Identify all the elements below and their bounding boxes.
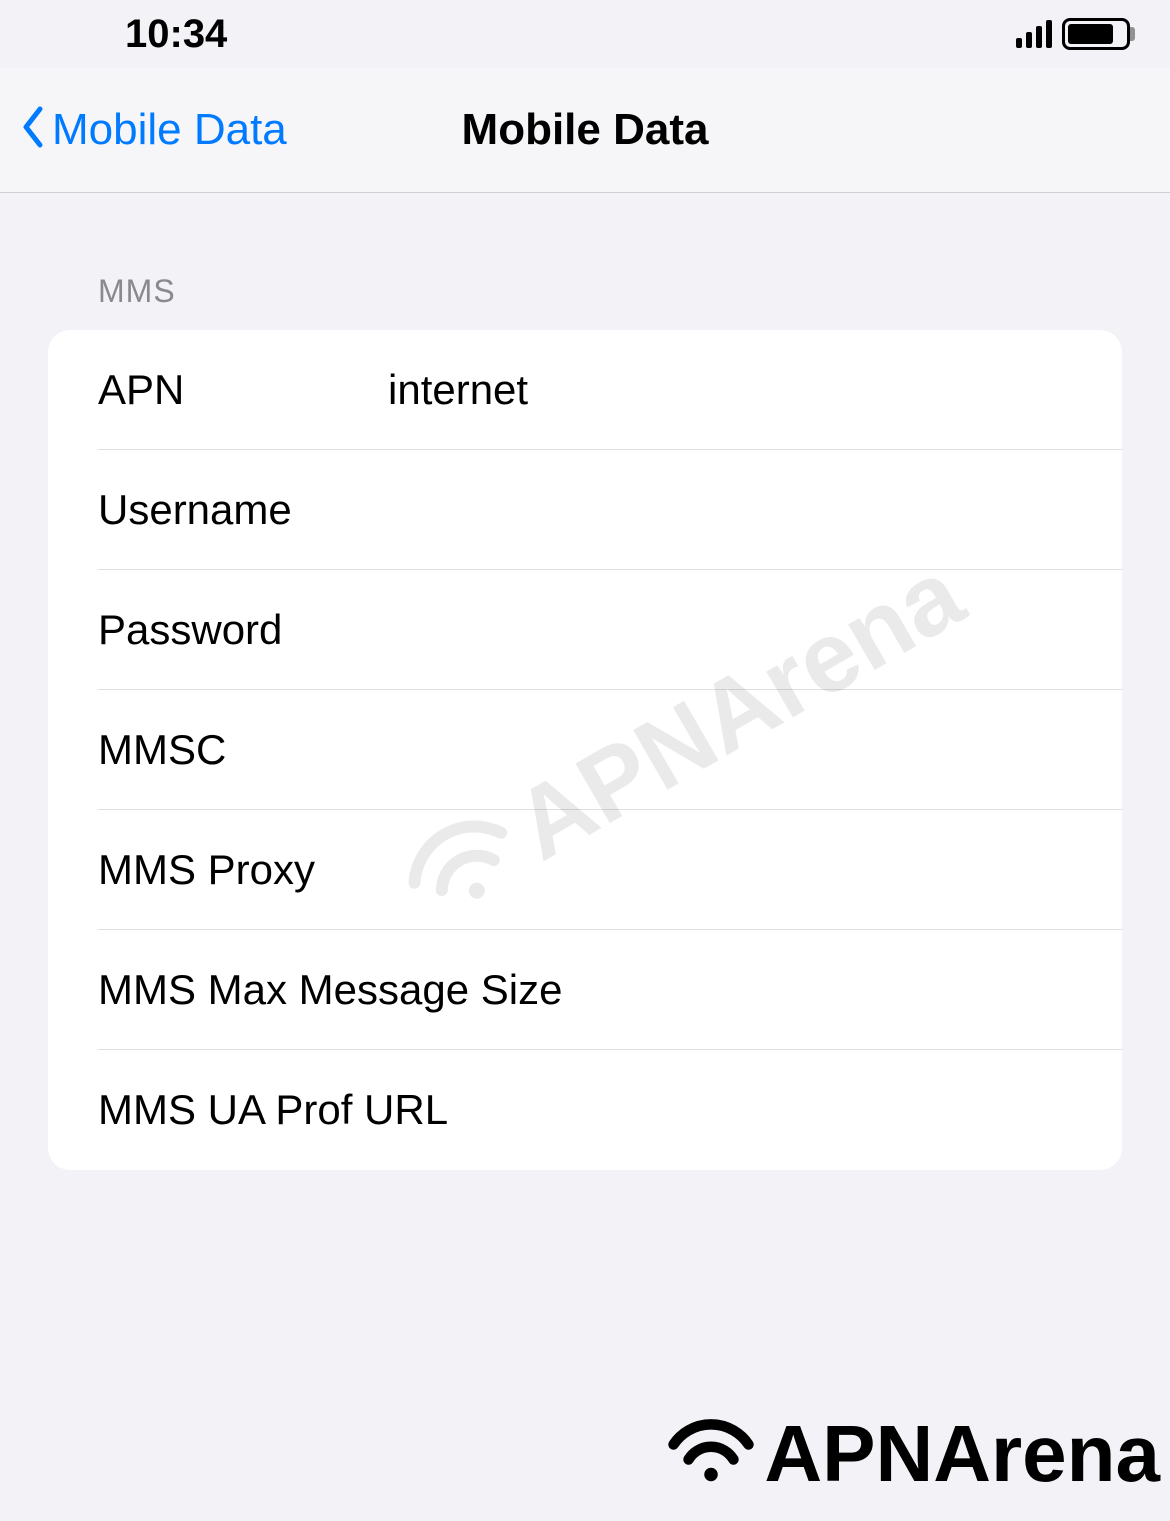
row-mmsc[interactable]: MMSC <box>48 690 1122 810</box>
row-mms-ua-prof[interactable]: MMS UA Prof URL <box>48 1050 1122 1170</box>
label-apn: APN <box>98 366 388 414</box>
battery-icon <box>1062 18 1130 50</box>
status-time: 10:34 <box>40 12 227 57</box>
row-mms-max-size[interactable]: MMS Max Message Size <box>48 930 1122 1050</box>
label-mmsc: MMSC <box>98 726 388 774</box>
label-username: Username <box>98 486 388 534</box>
label-mms-proxy: MMS Proxy <box>98 846 388 894</box>
row-apn[interactable]: APN <box>48 330 1122 450</box>
chevron-left-icon <box>20 102 44 158</box>
settings-group-mms: APN Username Password MMSC MMS Proxy MMS… <box>48 330 1122 1170</box>
content: MMS APN Username Password MMSC MMS Proxy… <box>0 193 1170 1170</box>
input-mmsc[interactable] <box>388 726 1072 774</box>
watermark-bottom: APNArena <box>666 1407 1160 1501</box>
back-label: Mobile Data <box>52 105 287 155</box>
navigation-bar: Mobile Data Mobile Data <box>0 68 1170 193</box>
label-mms-max-size: MMS Max Message Size <box>98 966 562 1014</box>
page-title: Mobile Data <box>462 105 709 155</box>
cellular-signal-icon <box>1016 20 1052 48</box>
wifi-icon <box>666 1407 756 1501</box>
label-password: Password <box>98 606 388 654</box>
back-button[interactable]: Mobile Data <box>0 102 287 158</box>
watermark-bottom-text: APNArena <box>764 1408 1160 1500</box>
input-username[interactable] <box>388 486 1072 534</box>
status-icons <box>1016 18 1130 50</box>
row-password[interactable]: Password <box>48 570 1122 690</box>
input-mms-proxy[interactable] <box>388 846 1072 894</box>
row-username[interactable]: Username <box>48 450 1122 570</box>
input-apn[interactable] <box>388 366 1072 414</box>
input-mms-max-size[interactable] <box>562 966 1103 1014</box>
input-mms-ua-prof[interactable] <box>448 1086 1072 1134</box>
input-password[interactable] <box>388 606 1072 654</box>
row-mms-proxy[interactable]: MMS Proxy <box>48 810 1122 930</box>
status-bar: 10:34 <box>0 0 1170 68</box>
section-header-mms: MMS <box>48 193 1122 330</box>
label-mms-ua-prof: MMS UA Prof URL <box>98 1086 448 1134</box>
